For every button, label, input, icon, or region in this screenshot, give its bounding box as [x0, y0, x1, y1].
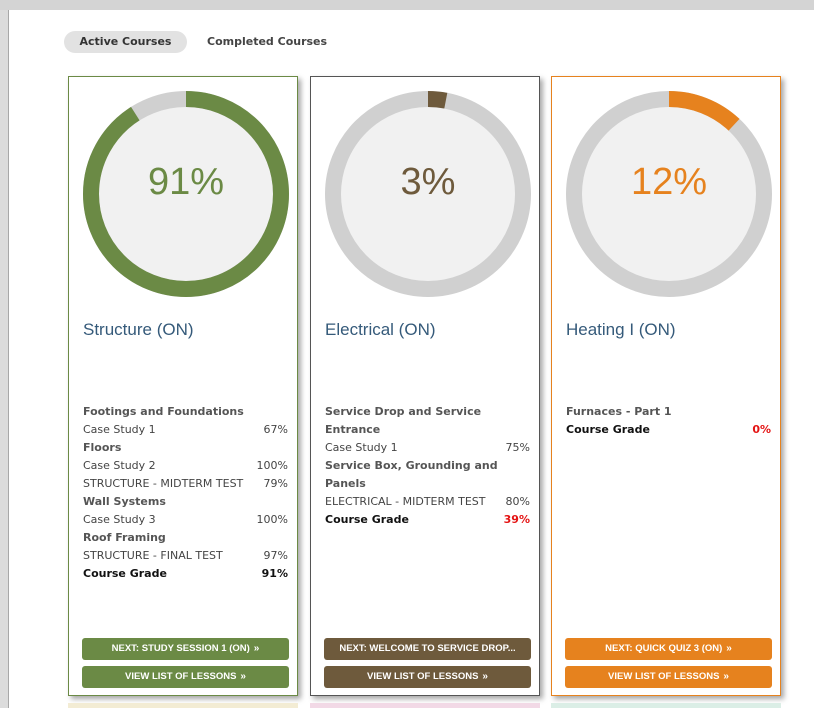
- lesson-name: Case Study 1: [325, 441, 398, 454]
- progress-percent: 91%: [147, 161, 225, 203]
- next-lesson-button[interactable]: NEXT: STUDY SESSION 1 (ON)»: [82, 638, 289, 660]
- window-left-border: [0, 10, 8, 708]
- lesson-name: STRUCTURE - MIDTERM TEST: [83, 477, 244, 490]
- lesson-list: Service Drop and Service Entrance Case S…: [325, 403, 530, 529]
- chevron-right-icon: »: [253, 643, 260, 654]
- lesson-row: STRUCTURE - FINAL TEST 97%: [83, 547, 288, 565]
- course-grade-value: 39%: [503, 513, 530, 526]
- next-lesson-label: NEXT: QUICK QUIZ 3 (ON): [605, 643, 723, 654]
- course-grade-row: Course Grade 39%: [325, 511, 530, 529]
- lesson-name: STRUCTURE - FINAL TEST: [83, 549, 223, 562]
- chevron-right-icon: »: [482, 671, 488, 682]
- lesson-section-heading: Service Box, Grounding and: [325, 459, 498, 472]
- chevron-right-icon: »: [726, 643, 732, 654]
- lesson-row: Case Study 1 75%: [325, 439, 530, 457]
- next-row-card-edge: [310, 703, 540, 708]
- progress-percent: 3%: [400, 161, 456, 203]
- course-card-structure: 91% Structure (ON) Footings and Foundati…: [68, 76, 298, 696]
- next-lesson-label: NEXT: WELCOME TO SERVICE DROP...: [339, 643, 516, 654]
- lesson-score: 100%: [256, 459, 288, 472]
- course-title[interactable]: Heating I (ON): [566, 320, 676, 340]
- course-grade-row: Course Grade 91%: [83, 565, 288, 583]
- lesson-row: Case Study 1 67%: [83, 421, 288, 439]
- chevron-right-icon: »: [240, 671, 246, 682]
- lesson-section-heading: Roof Framing: [83, 531, 166, 544]
- lesson-row: Case Study 3 100%: [83, 511, 288, 529]
- lesson-score: 97%: [263, 549, 288, 562]
- next-lesson-label: NEXT: STUDY SESSION 1 (ON): [111, 643, 250, 654]
- tab-completed-courses[interactable]: Completed Courses: [207, 31, 327, 53]
- lesson-section-heading: Wall Systems: [83, 495, 166, 508]
- course-title[interactable]: Electrical (ON): [325, 320, 436, 340]
- view-lessons-label: VIEW LIST OF LESSONS: [125, 671, 237, 682]
- tab-active-courses[interactable]: Active Courses: [64, 31, 187, 53]
- lesson-list: Furnaces - Part 1 Course Grade 0%: [566, 403, 771, 439]
- lesson-row: STRUCTURE - MIDTERM TEST 79%: [83, 475, 288, 493]
- view-lessons-label: VIEW LIST OF LESSONS: [608, 671, 720, 682]
- lesson-section-heading: Floors: [83, 441, 122, 454]
- course-grade-value: 91%: [261, 567, 288, 580]
- course-grade-value: 0%: [752, 423, 771, 436]
- lesson-section-heading: Panels: [325, 477, 366, 490]
- next-lesson-button[interactable]: NEXT: QUICK QUIZ 3 (ON)»: [565, 638, 772, 660]
- next-lesson-button[interactable]: NEXT: WELCOME TO SERVICE DROP...: [324, 638, 531, 660]
- lesson-name: Case Study 1: [83, 423, 156, 436]
- view-lessons-button[interactable]: VIEW LIST OF LESSONS»: [82, 666, 289, 688]
- lesson-score: 67%: [263, 423, 288, 436]
- window-top-border: [0, 0, 814, 10]
- view-lessons-button[interactable]: VIEW LIST OF LESSONS»: [324, 666, 531, 688]
- lesson-score: 80%: [505, 495, 530, 508]
- next-row-card-edge: [551, 703, 781, 708]
- lesson-row: Case Study 2 100%: [83, 457, 288, 475]
- course-card-electrical: 3% Electrical (ON) Service Drop and Serv…: [310, 76, 540, 696]
- progress-percent: 12%: [630, 161, 708, 203]
- lesson-list: Footings and Foundations Case Study 1 67%…: [83, 403, 288, 583]
- lesson-name: ELECTRICAL - MIDTERM TEST: [325, 495, 486, 508]
- view-lessons-label: VIEW LIST OF LESSONS: [367, 671, 479, 682]
- course-grade-label: Course Grade: [566, 423, 650, 436]
- lesson-section-heading: Footings and Foundations: [83, 405, 244, 418]
- course-card-heating: 12% Heating I (ON) Furnaces - Part 1 Cou…: [551, 76, 781, 696]
- window-left-divider: [8, 10, 9, 708]
- lesson-name: Case Study 2: [83, 459, 156, 472]
- course-grade-label: Course Grade: [83, 567, 167, 580]
- chevron-right-icon: »: [723, 671, 729, 682]
- lesson-row: ELECTRICAL - MIDTERM TEST 80%: [325, 493, 530, 511]
- lesson-score: 75%: [505, 441, 530, 454]
- next-row-card-edge: [68, 703, 298, 708]
- course-grade-row: Course Grade 0%: [566, 421, 771, 439]
- course-grade-label: Course Grade: [325, 513, 409, 526]
- lesson-name: Case Study 3: [83, 513, 156, 526]
- lesson-score: 79%: [263, 477, 288, 490]
- view-lessons-button[interactable]: VIEW LIST OF LESSONS»: [565, 666, 772, 688]
- lesson-score: 100%: [256, 513, 288, 526]
- lesson-section-heading: Service Drop and Service: [325, 405, 482, 418]
- course-title[interactable]: Structure (ON): [83, 320, 194, 340]
- lesson-section-heading: Furnaces - Part 1: [566, 405, 672, 418]
- lesson-section-heading: Entrance: [325, 423, 381, 436]
